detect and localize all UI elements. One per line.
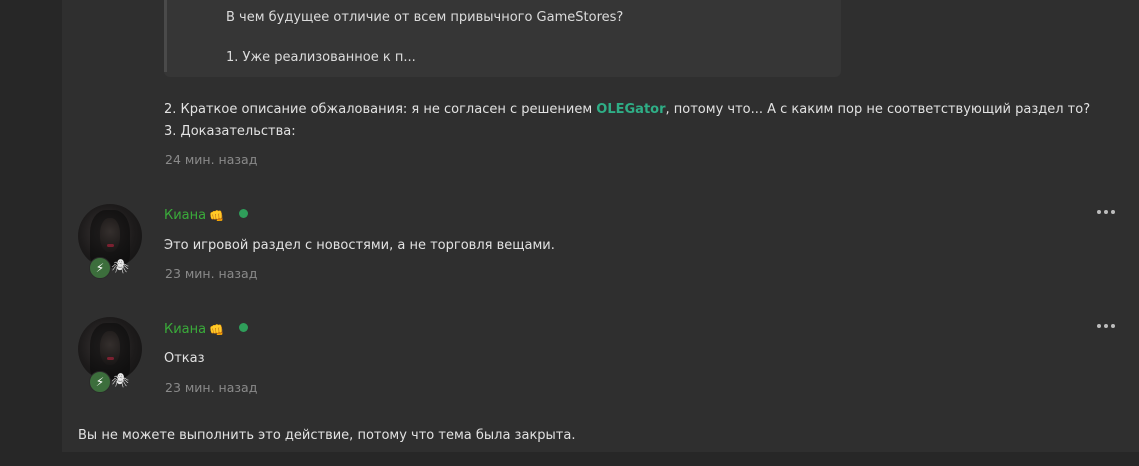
post-message: Отказ xyxy=(164,351,205,366)
bottom-strip xyxy=(62,452,1139,466)
post-timestamp[interactable]: 23 мин. назад xyxy=(165,380,257,395)
post-text-line-2: 3. Доказательства: xyxy=(164,124,296,139)
more-options-icon[interactable] xyxy=(1097,208,1117,216)
spider-badge-icon: 🕷 xyxy=(111,373,129,389)
post-message: Это игровой раздел с новостями, а не тор… xyxy=(164,238,555,253)
post-text-line-1: 2. Краткое описание обжалования: я не со… xyxy=(164,102,1090,117)
avatar-lips xyxy=(107,244,114,247)
more-options-icon[interactable] xyxy=(1097,322,1117,330)
quote-line-2: 1. Уже реализованное к п... xyxy=(226,50,416,65)
username-link[interactable]: Киана xyxy=(164,208,206,223)
bolt-badge-icon: ⚡ xyxy=(89,257,111,279)
spider-badge-icon: 🕷 xyxy=(111,259,129,275)
avatar-lips xyxy=(107,357,114,360)
fist-icon: 👊 xyxy=(209,209,224,223)
quote-bar xyxy=(164,0,167,72)
left-gutter xyxy=(0,0,62,466)
bolt-badge-icon: ⚡ xyxy=(89,371,111,393)
post-text-before-mention: 2. Краткое описание обжалования: я не со… xyxy=(164,102,597,117)
quote-line-1: В чем будущее отличие от всем привычного… xyxy=(226,10,624,25)
post-timestamp[interactable]: 24 мин. назад xyxy=(165,152,257,167)
fist-icon: 👊 xyxy=(209,323,224,337)
thread-closed-notice: Вы не можете выполнить это действие, пот… xyxy=(78,428,576,443)
online-status-icon xyxy=(239,323,248,332)
post-timestamp[interactable]: 23 мин. назад xyxy=(165,266,257,281)
online-status-icon xyxy=(239,209,248,218)
post-text-after-mention: , потому что... А с каким пор не соответ… xyxy=(665,102,1091,117)
username-link[interactable]: Киана xyxy=(164,322,206,337)
user-mention-link[interactable]: OLEGator xyxy=(596,102,665,117)
